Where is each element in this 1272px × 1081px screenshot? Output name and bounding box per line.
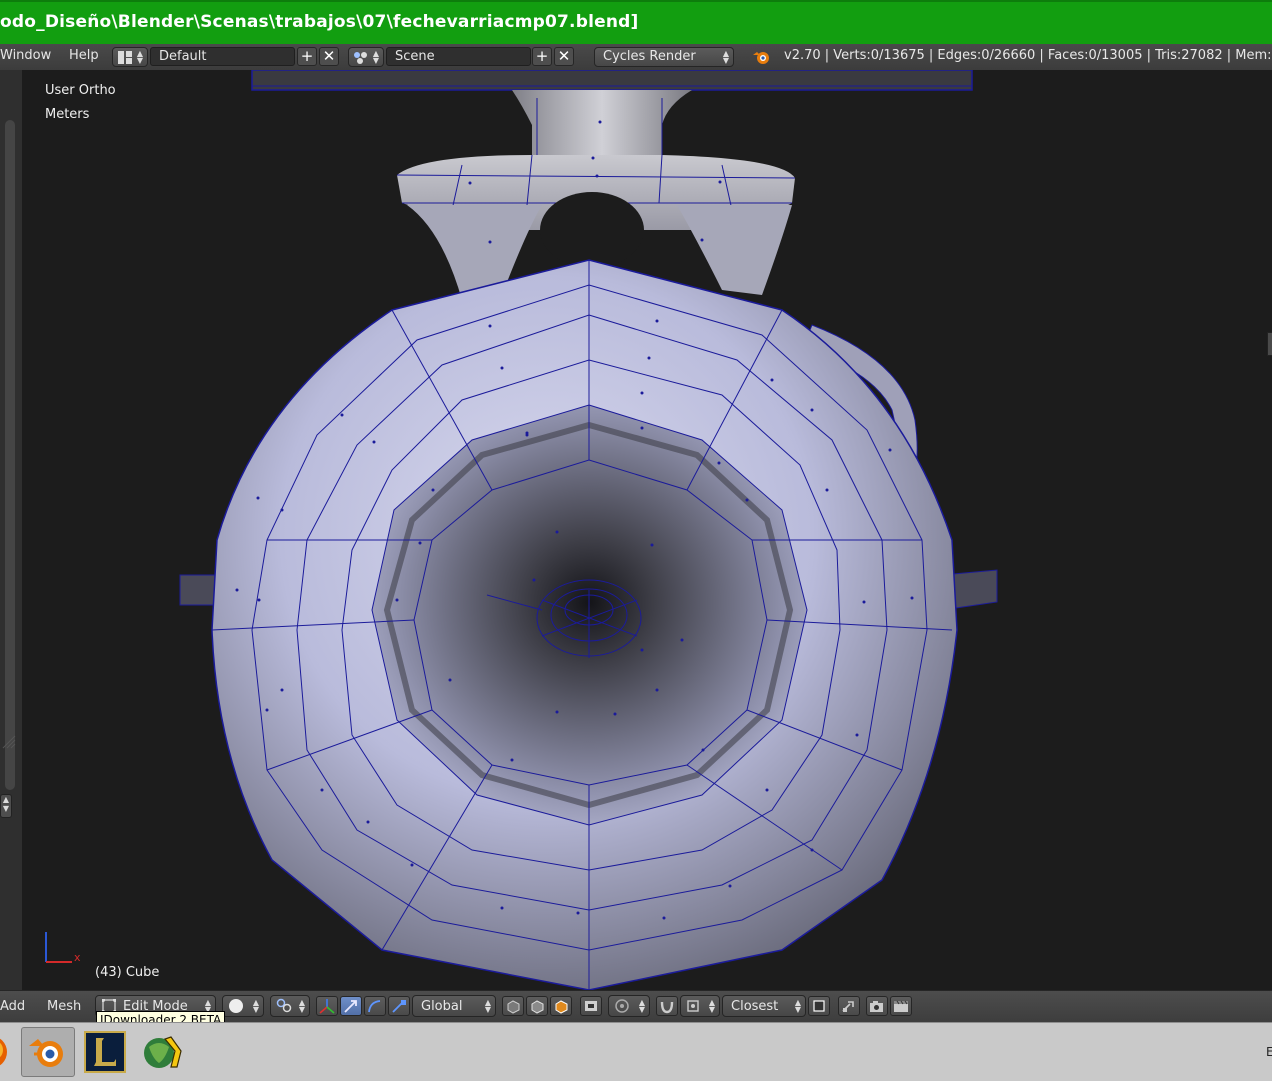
menu-mesh[interactable]: Mesh bbox=[47, 999, 81, 1014]
translate-arrow-icon bbox=[344, 1000, 357, 1013]
taskbar-clock-partial: E bbox=[1266, 1045, 1272, 1059]
scale-icon bbox=[392, 1000, 406, 1013]
occlude-geometry-icon bbox=[585, 1001, 597, 1011]
viewport-shading-dropdown[interactable]: ▲ ▼ bbox=[222, 995, 264, 1017]
snap-increment-icon bbox=[687, 1000, 699, 1012]
tool-shelf-strip[interactable]: ▲ ▼ bbox=[0, 70, 23, 990]
render-engine-dropdown[interactable]: Cycles Render ▲ ▼ bbox=[594, 47, 734, 67]
blender-logo-icon bbox=[753, 52, 769, 64]
taskbar-firefox-button[interactable] bbox=[0, 1027, 18, 1077]
pivot-point-dropdown[interactable]: ▲ ▼ bbox=[270, 995, 310, 1017]
up-down-arrows-icon: ▲ ▼ bbox=[298, 998, 305, 1014]
blender-icon bbox=[29, 1039, 63, 1067]
3d-viewport[interactable]: User Ortho Meters x (43) Cube bbox=[22, 70, 1272, 990]
scene-icon bbox=[354, 52, 367, 64]
up-down-arrows-icon: ▲ ▼ bbox=[484, 998, 491, 1014]
add-screen-button[interactable]: + bbox=[297, 47, 317, 66]
close-icon: ✕ bbox=[322, 47, 336, 65]
up-down-arrows-icon: ▲ ▼ bbox=[708, 998, 715, 1014]
snap-target-label: Closest bbox=[731, 999, 779, 1014]
up-down-arrows-icon: ▲ ▼ bbox=[372, 49, 379, 65]
scene-field[interactable]: Scene bbox=[386, 47, 531, 66]
snap-rotate-icon bbox=[842, 1001, 854, 1012]
vertex-select-icon bbox=[507, 1000, 520, 1014]
opengl-render-button[interactable] bbox=[866, 996, 888, 1016]
up-down-arrows-icon: ▲ ▼ bbox=[252, 998, 259, 1014]
up-down-arrows-icon: ▲ ▼ bbox=[2, 795, 10, 813]
up-down-arrows-icon: ▲ ▼ bbox=[722, 49, 729, 65]
close-icon: ✕ bbox=[557, 47, 571, 65]
manipulator-toggle-button[interactable] bbox=[316, 996, 338, 1016]
opengl-animation-button[interactable] bbox=[890, 996, 912, 1016]
remove-scene-button[interactable]: ✕ bbox=[554, 47, 574, 66]
plus-icon: + bbox=[300, 47, 314, 65]
league-of-legends-icon bbox=[84, 1031, 126, 1073]
pivot-point-icon bbox=[276, 998, 292, 1013]
mesh-render[interactable] bbox=[22, 70, 1272, 990]
taskbar-jdownloader-button[interactable] bbox=[134, 1027, 188, 1077]
add-scene-button[interactable]: + bbox=[532, 47, 552, 66]
tool-shelf-scrollbar[interactable] bbox=[5, 120, 15, 790]
region-resize-handle-icon[interactable] bbox=[2, 735, 16, 749]
solid-shading-icon bbox=[229, 999, 243, 1013]
edge-select-mode-button[interactable] bbox=[526, 996, 548, 1016]
taskbar-league-of-legends-button[interactable] bbox=[78, 1027, 132, 1077]
taskbar-blender-button[interactable] bbox=[21, 1027, 75, 1077]
translate-manipulator-button[interactable] bbox=[340, 996, 362, 1016]
orientation-label: Global bbox=[421, 999, 463, 1014]
face-select-mode-button[interactable] bbox=[550, 996, 572, 1016]
screen-layout-field[interactable]: Default bbox=[150, 47, 295, 66]
scene-name: Scene bbox=[395, 49, 435, 64]
snap-align-rotation-button[interactable] bbox=[838, 996, 860, 1016]
clapperboard-icon bbox=[894, 1000, 908, 1012]
scene-statistics: v2.70 | Verts:0/13675 | Edges:0/26660 | … bbox=[784, 48, 1272, 63]
firefox-icon bbox=[0, 1038, 7, 1066]
screen-layout-icon bbox=[118, 51, 132, 64]
up-down-arrows-icon: ▲ ▼ bbox=[794, 998, 801, 1014]
transform-orientation-dropdown[interactable]: Global ▲ ▼ bbox=[412, 995, 496, 1017]
info-header: Window Help ▲ ▼ Default + ✕ ▲ ▼ Scene + ✕ … bbox=[0, 44, 1272, 71]
up-down-arrows-icon: ▲ ▼ bbox=[638, 998, 645, 1014]
toggle-toolshelf-button[interactable]: ▲ ▼ bbox=[0, 794, 12, 818]
scale-manipulator-button[interactable] bbox=[388, 996, 410, 1016]
remove-screen-button[interactable]: ✕ bbox=[319, 47, 339, 66]
manipulator-icon bbox=[319, 999, 335, 1014]
rotate-manipulator-button[interactable] bbox=[364, 996, 386, 1016]
snap-toggle-button[interactable] bbox=[656, 996, 678, 1016]
screen-layout-browse-button[interactable]: ▲ ▼ bbox=[112, 47, 148, 67]
menu-window[interactable]: Window bbox=[0, 48, 51, 63]
menu-help[interactable]: Help bbox=[69, 48, 99, 63]
object-info-label: (43) Cube bbox=[95, 965, 160, 980]
edge-select-icon bbox=[531, 1000, 544, 1014]
limit-selection-visible-button[interactable] bbox=[580, 996, 602, 1016]
snap-target-icon bbox=[813, 1000, 825, 1012]
jdownloader-icon bbox=[144, 1036, 182, 1068]
window-title-bar[interactable]: odo_Diseño\Blender\Scenas\trabajos\07\fe… bbox=[0, 0, 1272, 44]
proportional-edit-icon bbox=[615, 999, 629, 1013]
snap-active-element-button[interactable] bbox=[808, 996, 830, 1016]
properties-region-toggle[interactable] bbox=[1267, 332, 1272, 356]
up-down-arrows-icon: ▲ ▼ bbox=[136, 49, 143, 65]
rotate-arc-icon bbox=[368, 1000, 381, 1013]
render-engine-label: Cycles Render bbox=[603, 49, 696, 64]
window-title: odo_Diseño\Blender\Scenas\trabajos\07\fe… bbox=[0, 12, 639, 32]
vertex-select-mode-button[interactable] bbox=[502, 996, 524, 1016]
magnet-icon bbox=[660, 1001, 674, 1014]
proportional-editing-dropdown[interactable]: ▲ ▼ bbox=[608, 995, 650, 1017]
face-select-icon bbox=[555, 1000, 568, 1014]
screen-layout-name: Default bbox=[159, 49, 207, 64]
plus-icon: + bbox=[535, 47, 549, 65]
os-taskbar: E bbox=[0, 1022, 1272, 1081]
snap-target-dropdown[interactable]: Closest ▲ ▼ bbox=[722, 995, 806, 1017]
axis-x-label: x bbox=[74, 951, 81, 964]
camera-icon bbox=[870, 1001, 883, 1012]
menu-add[interactable]: Add bbox=[0, 999, 25, 1014]
snap-element-dropdown[interactable]: ▲ ▼ bbox=[680, 995, 720, 1017]
scene-browse-button[interactable]: ▲ ▼ bbox=[348, 47, 384, 67]
